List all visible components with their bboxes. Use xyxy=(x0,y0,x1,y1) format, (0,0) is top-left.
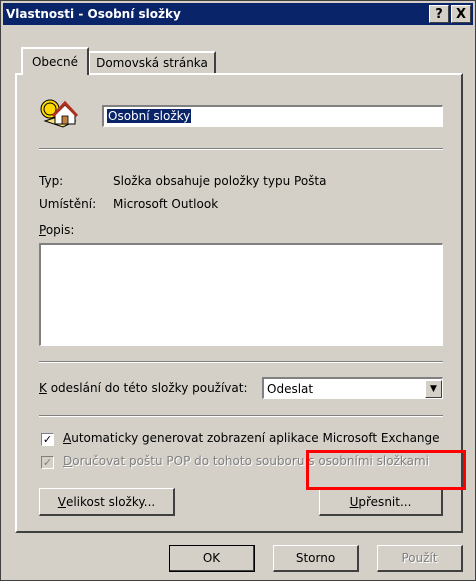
cancel-button[interactable]: Storno xyxy=(273,545,359,572)
chevron-down-icon[interactable]: ▼ xyxy=(425,379,442,398)
ok-button[interactable]: OK xyxy=(169,545,255,572)
advanced-button[interactable]: Upřesnit... xyxy=(319,488,443,516)
folder-name-value: Osobní složky xyxy=(107,109,192,123)
separator-middle xyxy=(39,361,443,363)
help-button[interactable]: ? xyxy=(429,5,449,23)
window-title: Vlastnosti - Osobní složky xyxy=(6,7,181,21)
tab-general[interactable]: Obecné xyxy=(21,47,89,75)
description-textarea[interactable] xyxy=(39,243,443,346)
type-label: Typ: xyxy=(39,174,64,188)
annotation-highlight-box xyxy=(306,450,466,490)
apply-button[interactable]: Použít xyxy=(377,545,463,572)
send-folder-value: Odeslat xyxy=(267,381,314,396)
location-label: Umístění: xyxy=(39,197,97,211)
close-button[interactable]: X xyxy=(451,5,471,23)
send-folder-select[interactable]: Odeslat ▼ xyxy=(262,377,443,399)
title-bar[interactable]: Vlastnosti - Osobní složky ? X xyxy=(3,3,473,25)
folder-size-button[interactable]: Velikost složky... xyxy=(39,488,175,516)
properties-dialog: Vlastnosti - Osobní složky ? X Obecné Do… xyxy=(0,0,476,581)
exchange-views-checkbox[interactable]: ✓ xyxy=(41,433,54,446)
pop-delivery-checkbox[interactable]: ✓ xyxy=(41,456,54,469)
folder-name-input[interactable]: Osobní složky xyxy=(102,105,443,127)
folder-house-icon xyxy=(39,95,79,135)
tab-home-page[interactable]: Domovská stránka xyxy=(88,51,216,73)
description-label: Popis: xyxy=(39,223,75,237)
separator-top xyxy=(39,148,443,150)
separator-bottom xyxy=(39,415,443,417)
location-value: Microsoft Outlook xyxy=(113,197,219,211)
type-value: Složka obsahuje položky typu Pošta xyxy=(113,174,327,188)
send-folder-label: K odeslání do této složky používat: xyxy=(39,381,248,395)
exchange-views-label[interactable]: Automaticky generovat zobrazení aplikace… xyxy=(63,431,440,445)
